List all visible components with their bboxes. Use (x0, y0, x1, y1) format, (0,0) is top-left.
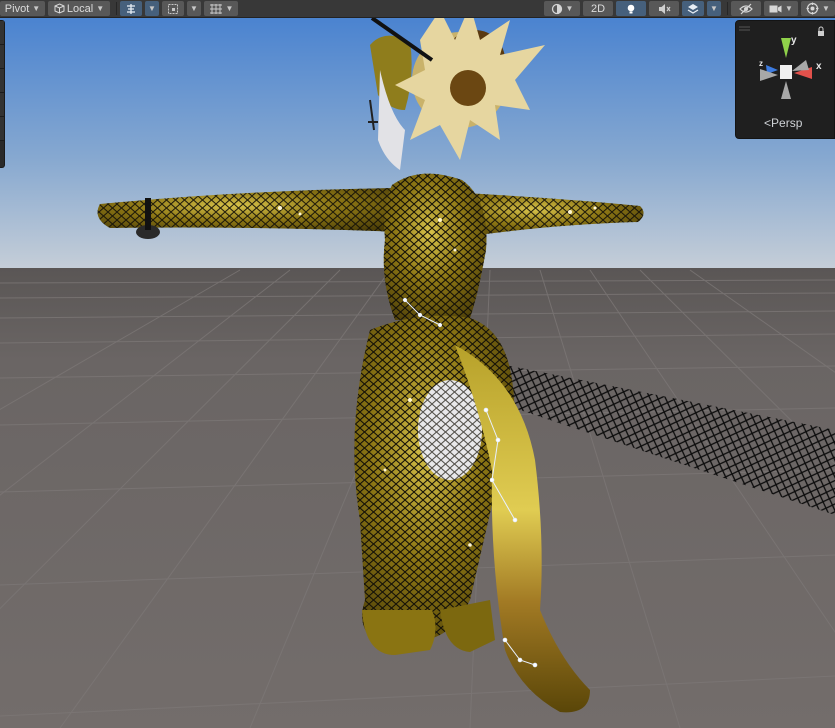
projection-toggle[interactable]: <Persp (764, 116, 802, 130)
pivot-rotation-label: Local (66, 2, 94, 15)
chevron-down-icon: ▼ (822, 4, 830, 13)
gizmos-icon (806, 2, 819, 15)
grid-icon (209, 3, 223, 15)
chevron-down-icon: ▼ (32, 4, 41, 13)
lock-icon (818, 31, 824, 36)
mode-2d-toggle[interactable]: 2D (583, 1, 613, 16)
chevron-down-icon: ▼ (225, 4, 234, 13)
chevron-down-icon: ▼ (96, 4, 105, 13)
gizmo-center-cube (780, 65, 792, 79)
pivot-mode-dropdown[interactable]: Pivot ▼ (0, 1, 45, 16)
grid-visibility-button[interactable]: ▼ (204, 1, 238, 16)
chevron-left-icon: < (764, 116, 772, 130)
toolbar-divider (727, 2, 728, 15)
tool-slot[interactable] (0, 93, 4, 117)
tool-slot[interactable] (0, 69, 4, 93)
tool-slot[interactable] (0, 21, 4, 45)
tool-slot[interactable] (0, 45, 4, 69)
viewport-render[interactable] (0, 0, 835, 728)
draw-mode-dropdown[interactable]: ▼ (544, 1, 580, 16)
chevron-down-icon: ▼ (565, 4, 574, 13)
gizmos-dropdown[interactable]: ▼ (801, 1, 835, 16)
snap-grid-button[interactable] (162, 1, 184, 16)
tool-slot[interactable] (0, 117, 4, 141)
snap-grid-icon (167, 3, 179, 15)
y-axis-cone (781, 38, 791, 58)
local-cube-icon (54, 3, 65, 14)
pivot-rotation-dropdown[interactable]: Local ▼ (48, 1, 110, 16)
axis-x-label: x (816, 61, 822, 72)
orientation-gizmo[interactable]: y x z <Persp (735, 20, 835, 139)
scene-toolbar: Pivot ▼ Local ▼ ▼ ▼ ▼ ▼ 2D ▼ ▼ ▼ (0, 0, 835, 18)
audio-toggle[interactable] (649, 1, 679, 16)
chevron-down-icon: ▼ (785, 4, 793, 13)
chevron-down-icon: ▼ (148, 4, 156, 13)
axis-y-label: y (791, 35, 797, 46)
audio-mute-icon (658, 3, 671, 15)
effects-dropdown[interactable]: ▼ (707, 1, 721, 16)
axis-z-label: z (759, 59, 763, 68)
move-tool-dropdown[interactable]: ▼ (145, 1, 159, 16)
lighting-icon (625, 3, 637, 15)
move-tool-button[interactable] (120, 1, 142, 16)
chevron-down-icon: ▼ (710, 4, 718, 13)
effects-icon (687, 3, 699, 15)
visibility-icon (739, 3, 753, 15)
camera-settings-dropdown[interactable]: ▼ (764, 1, 798, 16)
effects-toggle[interactable] (682, 1, 704, 16)
draw-mode-icon (551, 3, 563, 15)
chevron-down-icon: ▼ (190, 4, 198, 13)
pivot-mode-label: Pivot (4, 2, 30, 15)
tools-overlay[interactable] (0, 20, 5, 168)
mode-2d-label: 2D (590, 2, 606, 15)
scene-visibility-toggle[interactable] (731, 1, 761, 16)
lighting-toggle[interactable] (616, 1, 646, 16)
snap-grid-dropdown[interactable]: ▼ (187, 1, 201, 16)
toolbar-divider (116, 2, 117, 15)
projection-label: Persp (771, 116, 803, 130)
scene-view[interactable]: Pivot ▼ Local ▼ ▼ ▼ ▼ ▼ 2D ▼ ▼ ▼ y x z <… (0, 0, 835, 728)
camera-icon (769, 4, 782, 14)
move-tool-icon (125, 3, 137, 15)
